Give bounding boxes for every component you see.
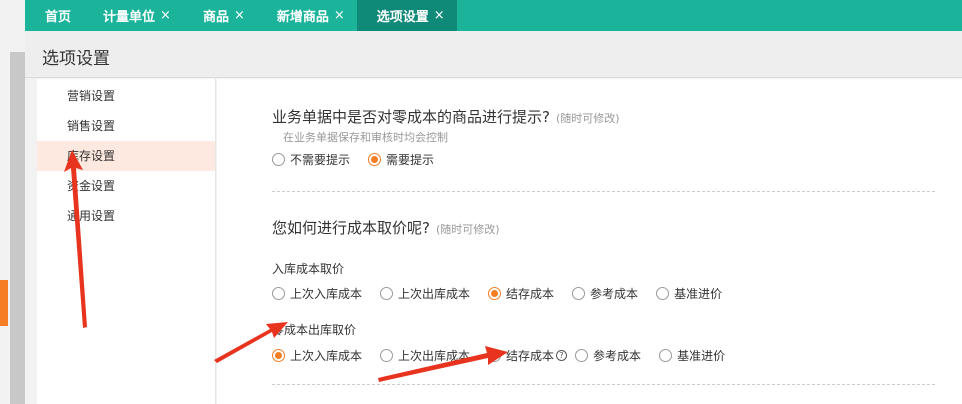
tab-units[interactable]: 计量单位 × (83, 0, 183, 31)
inbound-cost-radio-group: 上次入库成本 上次出库成本 结存成本 参考成本 基准进价 (272, 285, 740, 302)
inbound-cost-label: 入库成本取价 (272, 262, 345, 276)
radio-need-prompt[interactable]: 需要提示 (368, 151, 434, 168)
settings-sidebar: 营销设置 销售设置 库存设置 资金设置 通用设置 (37, 79, 216, 404)
sidebar-item-sales[interactable]: 销售设置 (37, 111, 215, 141)
radio-label: 参考成本 (593, 349, 642, 363)
close-icon[interactable]: × (434, 8, 445, 23)
radio-reference-cost[interactable]: 参考成本 (575, 347, 641, 364)
radio-label: 需要提示 (386, 153, 435, 167)
left-panel-edge (0, 0, 25, 404)
question-subtitle: 在业务单据保存和审核时均会控制 (283, 131, 448, 144)
zero-cost-outbound-radio-group: 上次入库成本 上次出库成本 结存成本 ? 参考成本 基准进价 (272, 347, 743, 364)
tab-new-product[interactable]: 新增商品 × (257, 0, 357, 31)
radio-no-prompt[interactable]: 不需要提示 (272, 151, 350, 168)
radio-icon[interactable] (380, 287, 394, 300)
left-scrollbar[interactable] (10, 52, 25, 404)
tab-home[interactable]: 首页 (25, 0, 83, 31)
sidebar-item-general[interactable]: 通用设置 (37, 201, 215, 231)
radio-last-inbound[interactable]: 上次入库成本 (272, 347, 362, 364)
radio-icon[interactable] (488, 349, 502, 362)
sidebar-item-inventory[interactable]: 库存设置 (37, 141, 215, 171)
cost-pricing-question: 您如何进行成本取价呢? (随时可修改) (272, 217, 500, 238)
radio-label: 上次出库成本 (398, 349, 471, 363)
radio-label: 基准进价 (677, 349, 726, 363)
radio-icon[interactable] (656, 287, 670, 300)
question-text: 业务单据中是否对零成本的商品进行提示? (272, 108, 550, 126)
question-note: (随时可修改) (555, 112, 620, 125)
help-icon[interactable]: ? (556, 350, 568, 361)
zero-cost-radio-group: 不需要提示 需要提示 (272, 151, 452, 168)
tab-bar: 首页 计量单位 × 商品 × 新增商品 × 选项设置 × (25, 0, 962, 31)
radio-icon[interactable] (380, 349, 394, 362)
tab-label: 选项设置 (376, 10, 429, 25)
radio-label: 不需要提示 (290, 153, 351, 167)
radio-last-outbound[interactable]: 上次出库成本 (380, 285, 470, 302)
radio-label: 结存成本 (506, 349, 555, 363)
sidebar-item-marketing[interactable]: 营销设置 (37, 81, 215, 111)
close-icon[interactable]: × (160, 8, 171, 23)
radio-label: 上次入库成本 (290, 349, 363, 363)
radio-label: 上次出库成本 (398, 287, 471, 301)
radio-icon[interactable] (272, 287, 285, 300)
close-icon[interactable]: × (234, 8, 245, 23)
question-note: (随时可修改) (435, 223, 500, 236)
tab-label: 新增商品 (276, 10, 329, 25)
sidebar-item-funds[interactable]: 资金设置 (37, 171, 215, 201)
tab-options[interactable]: 选项设置 × (356, 0, 457, 31)
radio-icon[interactable] (272, 153, 285, 166)
tab-label: 首页 (45, 10, 72, 25)
radio-base-price[interactable]: 基准进价 (659, 347, 725, 364)
radio-label: 上次入库成本 (290, 287, 363, 301)
tab-label: 计量单位 (103, 10, 156, 25)
radio-base-price[interactable]: 基准进价 (656, 285, 722, 302)
side-handle[interactable] (0, 280, 8, 326)
page-header: 选项设置 (25, 31, 962, 78)
radio-last-outbound[interactable]: 上次出库成本 (380, 347, 470, 364)
section-divider (272, 384, 935, 385)
section-divider (272, 191, 935, 192)
tab-label: 商品 (202, 10, 229, 25)
radio-icon[interactable] (572, 287, 586, 300)
close-icon[interactable]: × (334, 8, 345, 23)
zero-cost-question: 业务单据中是否对零成本的商品进行提示? (随时可修改) (272, 106, 620, 127)
zero-cost-outbound-label: 零成本出库取价 (272, 323, 357, 337)
radio-reference-cost[interactable]: 参考成本 (572, 285, 638, 302)
radio-label: 参考成本 (590, 287, 639, 301)
radio-last-inbound[interactable]: 上次入库成本 (272, 285, 362, 302)
radio-selected-icon[interactable] (368, 153, 382, 166)
settings-content: 业务单据中是否对零成本的商品进行提示? (随时可修改) 在业务单据保存和审核时均会… (217, 79, 962, 404)
radio-balance-cost[interactable]: 结存成本 ? (488, 347, 571, 364)
radio-selected-icon[interactable] (272, 349, 285, 362)
radio-icon[interactable] (659, 349, 673, 362)
tab-products[interactable]: 商品 × (183, 0, 257, 31)
radio-label: 基准进价 (674, 287, 723, 301)
radio-balance-cost[interactable]: 结存成本 (488, 285, 554, 302)
radio-icon[interactable] (575, 349, 589, 362)
radio-selected-icon[interactable] (488, 287, 502, 300)
question-text: 您如何进行成本取价呢? (272, 219, 430, 237)
radio-label: 结存成本 (506, 287, 555, 301)
page-title: 选项设置 (42, 49, 110, 69)
